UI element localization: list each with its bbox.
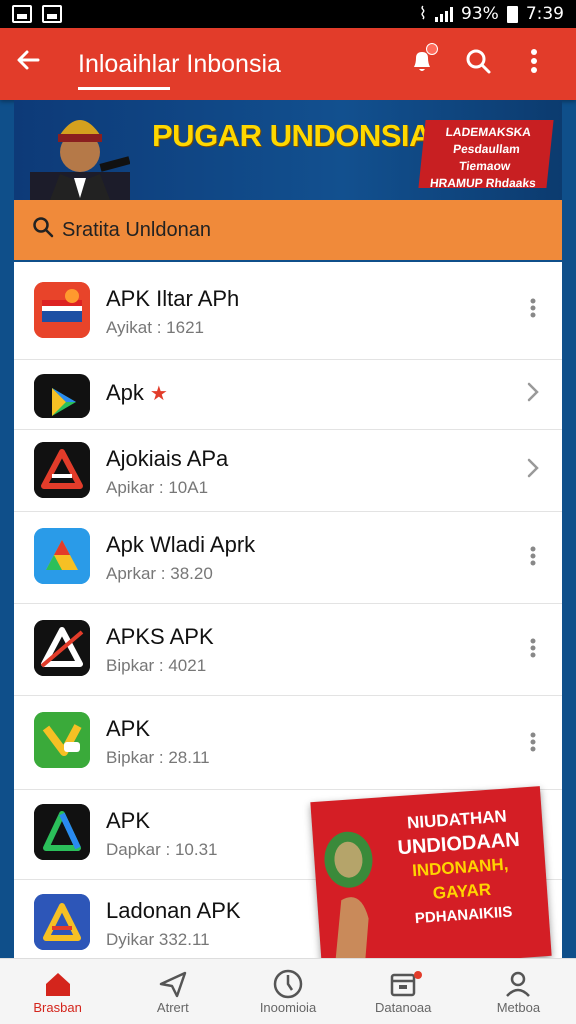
image-notification-icon bbox=[42, 5, 62, 23]
banner-badge: LADEMAKSKA Pesdaullam Tiemaow HRAMUP Rhd… bbox=[418, 120, 554, 190]
app-subtitle: Aprkar : 38.20 bbox=[106, 564, 213, 583]
nav-compass[interactable]: Inoomioia bbox=[230, 959, 345, 1024]
app-name: APK Iltar APh bbox=[106, 286, 240, 311]
nav-calendar[interactable]: Datanoaa bbox=[346, 959, 461, 1024]
app-icon-a-white bbox=[34, 620, 90, 676]
chevron-right-icon[interactable] bbox=[520, 382, 546, 408]
promo-card[interactable]: NIUDATHAN UNDIODAAN INDONANH, GAYAR PDHA… bbox=[310, 786, 552, 972]
app-icon-green bbox=[34, 712, 90, 768]
notification-badge bbox=[426, 42, 438, 55]
app-title: Inloaihlar Inbonsia bbox=[78, 49, 281, 78]
app-name: Ajokiais APa bbox=[106, 446, 229, 471]
list-item[interactable]: APKS APK Bipkar : 4021 bbox=[14, 604, 562, 696]
star-badge-icon: ★ bbox=[149, 382, 168, 405]
more-vert-icon[interactable] bbox=[520, 546, 546, 572]
profile-icon bbox=[506, 971, 531, 997]
nav-label: Metboa bbox=[496, 1000, 541, 1015]
app-name: APK bbox=[106, 808, 151, 833]
app-subtitle: Apikar : 10A1 bbox=[106, 478, 209, 497]
play-store-icon bbox=[34, 374, 90, 418]
banner-headline: PUGAR UNDONSIAN bbox=[152, 118, 453, 153]
compass-icon bbox=[273, 969, 303, 999]
bell-icon[interactable] bbox=[394, 42, 450, 82]
send-icon bbox=[159, 971, 187, 998]
nav-label: Datanoaa bbox=[375, 1000, 432, 1015]
app-subtitle: Bipkar : 28.11 bbox=[106, 748, 210, 767]
list-item[interactable]: Apk Wladi Aprk Aprkar : 38.20 bbox=[14, 512, 562, 604]
back-arrow-icon[interactable] bbox=[14, 46, 58, 82]
signal-icon bbox=[435, 6, 454, 22]
search-bar[interactable]: Sratita Unldonan bbox=[14, 200, 562, 260]
gallery-notification-icon bbox=[12, 5, 32, 23]
app-name: APKS APK bbox=[106, 624, 214, 649]
status-bar: ⌇ 93% 7:39 bbox=[0, 0, 576, 28]
app-bar: Inloaihlar Inbonsia bbox=[0, 28, 576, 100]
list-item[interactable]: APK Bipkar : 28.11 bbox=[14, 696, 562, 790]
app-icon-a-red bbox=[34, 442, 90, 498]
app-name: APK bbox=[106, 716, 151, 741]
chevron-right-icon[interactable] bbox=[520, 458, 546, 484]
app-subtitle: Dyikar 332.11 bbox=[106, 930, 210, 949]
app-icon-a-gradient bbox=[34, 804, 90, 860]
clock: 7:39 bbox=[525, 4, 564, 24]
banner-badge-line: Pesdaullam Tiemaow bbox=[452, 142, 521, 173]
nav-label: Atrert bbox=[156, 1000, 189, 1015]
list-item[interactable]: Apk ★ bbox=[14, 360, 562, 430]
search-icon[interactable] bbox=[450, 47, 506, 82]
app-name: Apk bbox=[106, 380, 144, 405]
promo-text: NIUDATHAN UNDIODAAN INDONANH, GAYAR PDHA… bbox=[371, 802, 549, 934]
banner-badge-line: HRAMUP Rhdaaks bbox=[429, 176, 537, 190]
list-item[interactable]: Ajokiais APa Apikar : 10A1 bbox=[14, 430, 562, 512]
battery-percentage: 93% bbox=[461, 4, 499, 24]
nav-notification-badge bbox=[413, 971, 422, 979]
nav-label: Brasban bbox=[33, 1000, 82, 1015]
more-vert-icon[interactable] bbox=[520, 732, 546, 758]
promo-banner[interactable]: PUGAR UNDONSIAN LADEMAKSKA Pesdaullam Ti… bbox=[14, 100, 562, 200]
presenter-image bbox=[30, 120, 130, 200]
app-icon-flag bbox=[34, 282, 90, 338]
banner-badge-line: LADEMAKSKA bbox=[444, 125, 532, 139]
bottom-navigation: Brasban Atrert Inoomioia Datanoaa Metboa bbox=[0, 958, 576, 1024]
nav-send[interactable]: Atrert bbox=[115, 959, 230, 1024]
more-vert-icon[interactable] bbox=[506, 48, 562, 81]
battery-icon bbox=[506, 5, 518, 23]
app-icon-a-triangle bbox=[34, 528, 90, 584]
wifi-icon: ⌇ bbox=[418, 4, 428, 24]
home-icon bbox=[45, 973, 70, 996]
list-item[interactable]: APK Iltar APh Ayikat : 1621 bbox=[14, 262, 562, 360]
more-vert-icon[interactable] bbox=[520, 638, 546, 664]
nav-label: Inoomioia bbox=[259, 1000, 317, 1015]
nav-home[interactable]: Brasban bbox=[0, 959, 115, 1024]
app-icon-a-blue bbox=[34, 894, 90, 950]
app-subtitle: Dapkar : 10.31 bbox=[106, 840, 218, 859]
search-icon bbox=[32, 216, 54, 244]
more-vert-icon[interactable] bbox=[520, 298, 546, 324]
app-name: Apk Wladi Aprk bbox=[106, 532, 256, 557]
app-subtitle: Bipkar : 4021 bbox=[106, 656, 207, 675]
title-underline bbox=[78, 87, 170, 90]
nav-profile[interactable]: Metboa bbox=[461, 959, 576, 1024]
app-name: Ladonan APK bbox=[106, 898, 241, 923]
app-subtitle: Ayikat : 1621 bbox=[106, 318, 204, 337]
search-input[interactable]: Sratita Unldonan bbox=[62, 219, 211, 242]
